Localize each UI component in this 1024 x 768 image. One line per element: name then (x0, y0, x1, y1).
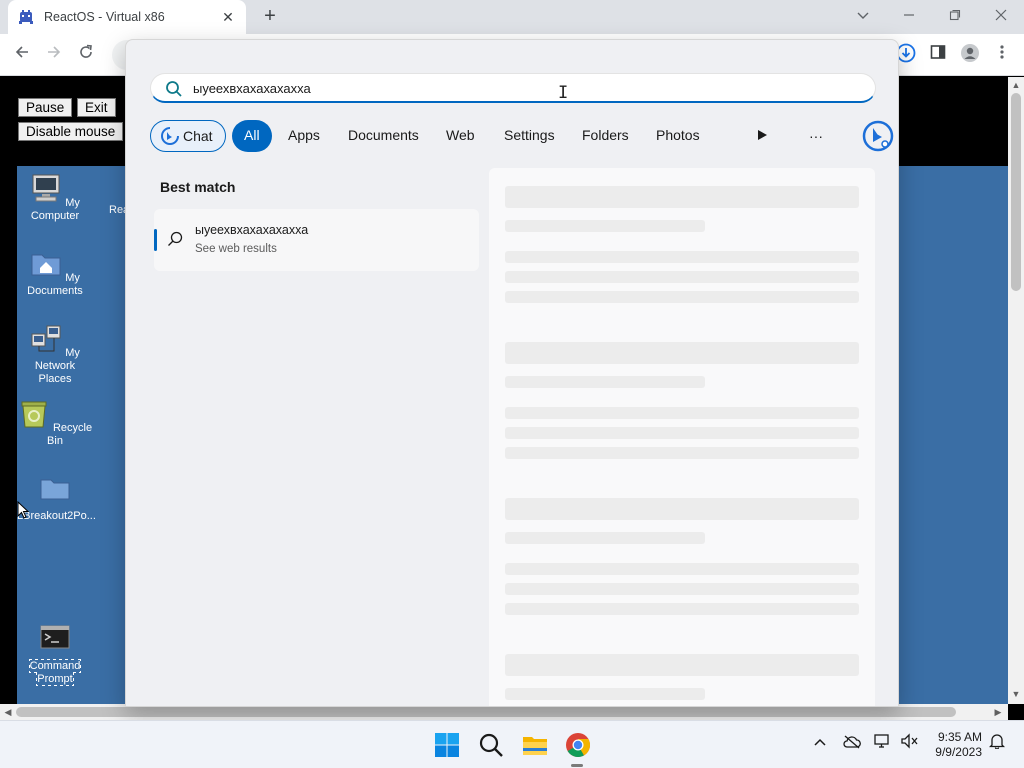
selection-indicator (154, 229, 157, 251)
skeleton-line (505, 291, 859, 303)
tab-title: ReactOS - Virtual x86 (44, 10, 165, 24)
bing-chat-icon (161, 127, 179, 145)
search-filters: Chat All Apps Documents Web Settings Fol… (150, 120, 894, 154)
start-windows-icon[interactable] (433, 731, 461, 759)
computer-icon (32, 174, 60, 202)
skeleton-line (505, 447, 859, 459)
terminal-icon (40, 625, 70, 649)
scroll-right-icon[interactable]: ▶ (990, 704, 1006, 720)
filter-all[interactable]: All (232, 120, 272, 152)
bing-icon[interactable] (862, 120, 894, 152)
new-tab-button[interactable]: + (258, 5, 282, 29)
best-match-heading: Best match (160, 179, 236, 195)
clock-date: 9/9/2023 (935, 745, 982, 759)
profile-avatar-icon[interactable] (958, 43, 982, 67)
browser-titlebar: ReactOS - Virtual x86 ✕ + (0, 0, 1024, 34)
chrome-icon[interactable] (564, 731, 592, 759)
onedrive-offline-icon[interactable] (841, 733, 863, 755)
scroll-up-icon[interactable]: ▲ (1008, 77, 1024, 93)
skeleton-line (505, 498, 859, 520)
volume-muted-icon[interactable] (898, 733, 920, 755)
filter-label: Chat (183, 128, 213, 144)
skeleton-line (505, 563, 859, 575)
desktop-icon-recycle-bin[interactable]: Recycle Bin (17, 397, 93, 448)
skeleton-line (505, 271, 859, 283)
system-clock[interactable]: 9:35 AM 9/9/2023 (926, 730, 982, 760)
skeleton-line (505, 220, 705, 232)
web-search-icon (168, 231, 183, 246)
filter-settings[interactable]: Settings (492, 120, 567, 152)
desktop-icon-my-network-places[interactable]: My Network Places (17, 322, 93, 386)
documents-folder-icon (31, 254, 61, 276)
recycle-bin-icon (21, 401, 47, 428)
forward-icon[interactable] (42, 43, 66, 67)
text-cursor-icon: I (558, 83, 569, 103)
search-icon (166, 81, 182, 97)
tab-search-icon[interactable] (851, 4, 875, 28)
desktop-icon-label: Recycle Bin (47, 422, 93, 447)
desktop-icon-command-prompt[interactable]: Command Prompt (17, 622, 93, 686)
search-box[interactable] (150, 73, 876, 103)
notifications-bell-icon[interactable] (986, 733, 1008, 755)
menu-kebab-icon[interactable] (990, 43, 1014, 67)
desktop-icon-label: Command Prompt (28, 659, 82, 686)
filter-scroll-play-icon[interactable] (749, 124, 775, 150)
pause-button[interactable]: Pause (18, 98, 73, 117)
filter-documents[interactable]: Documents (336, 120, 431, 152)
browser-tab[interactable]: ReactOS - Virtual x86 ✕ (8, 0, 246, 34)
skeleton-line (505, 186, 859, 208)
skeleton-line (505, 376, 705, 388)
reactos-favicon-icon (19, 10, 33, 24)
minimize-icon[interactable] (897, 4, 921, 28)
horizontal-scroll-thumb[interactable] (16, 707, 956, 717)
taskbar: 9:35 AM 9/9/2023 (0, 720, 1024, 768)
filter-chat[interactable]: Chat (150, 120, 226, 152)
desktop-icon-my-documents[interactable]: My Documents (17, 247, 93, 298)
vertical-scrollbar[interactable]: ▲ ▼ (1008, 77, 1024, 704)
back-icon[interactable] (10, 43, 34, 67)
filter-web[interactable]: Web (434, 120, 487, 152)
desktop-icon-my-computer[interactable]: My Computer (17, 172, 93, 223)
skeleton-line (505, 427, 859, 439)
scroll-left-icon[interactable]: ◀ (0, 704, 16, 720)
running-indicator (571, 764, 583, 767)
skeleton-line (505, 654, 859, 676)
filter-apps[interactable]: Apps (276, 120, 332, 152)
close-window-icon[interactable] (989, 4, 1013, 28)
clock-time: 9:35 AM (937, 730, 982, 744)
tab-close-icon[interactable]: ✕ (220, 9, 236, 26)
scroll-down-icon[interactable]: ▼ (1008, 686, 1024, 702)
disable-mouse-button[interactable]: Disable mouse (18, 122, 124, 141)
result-title: ыуеехвхахахахахха (195, 223, 309, 237)
skeleton-line (505, 407, 859, 419)
taskbar-search-icon[interactable] (477, 731, 505, 759)
result-subtitle: See web results (195, 243, 277, 255)
skeleton-line (505, 583, 859, 595)
mouse-pointer-icon (17, 500, 30, 522)
skeleton-line (505, 688, 705, 700)
network-icon (31, 325, 61, 352)
filter-folders[interactable]: Folders (570, 120, 641, 152)
folder-icon (40, 479, 70, 500)
best-match-result[interactable]: ыуеехвхахахахахха See web results (154, 209, 479, 271)
preview-pane-loading (489, 168, 875, 706)
more-options-icon[interactable]: ··· (803, 124, 829, 150)
file-explorer-icon[interactable] (521, 731, 549, 759)
skeleton-line (505, 532, 705, 544)
filter-photos[interactable]: Photos (644, 120, 712, 152)
skeleton-line (505, 342, 859, 364)
restore-icon[interactable] (943, 4, 967, 28)
tray-chevron-up-icon[interactable] (809, 733, 831, 755)
exit-button[interactable]: Exit (77, 98, 116, 117)
vertical-scroll-thumb[interactable] (1011, 93, 1021, 291)
skeleton-line (505, 603, 859, 615)
start-search-flyout: I Chat All Apps Documents Web Settings F… (125, 39, 899, 707)
reload-icon[interactable] (74, 43, 98, 67)
skeleton-line (505, 251, 859, 263)
search-input[interactable] (193, 78, 793, 98)
network-status-icon[interactable] (872, 733, 894, 755)
side-panel-icon[interactable] (926, 43, 950, 67)
